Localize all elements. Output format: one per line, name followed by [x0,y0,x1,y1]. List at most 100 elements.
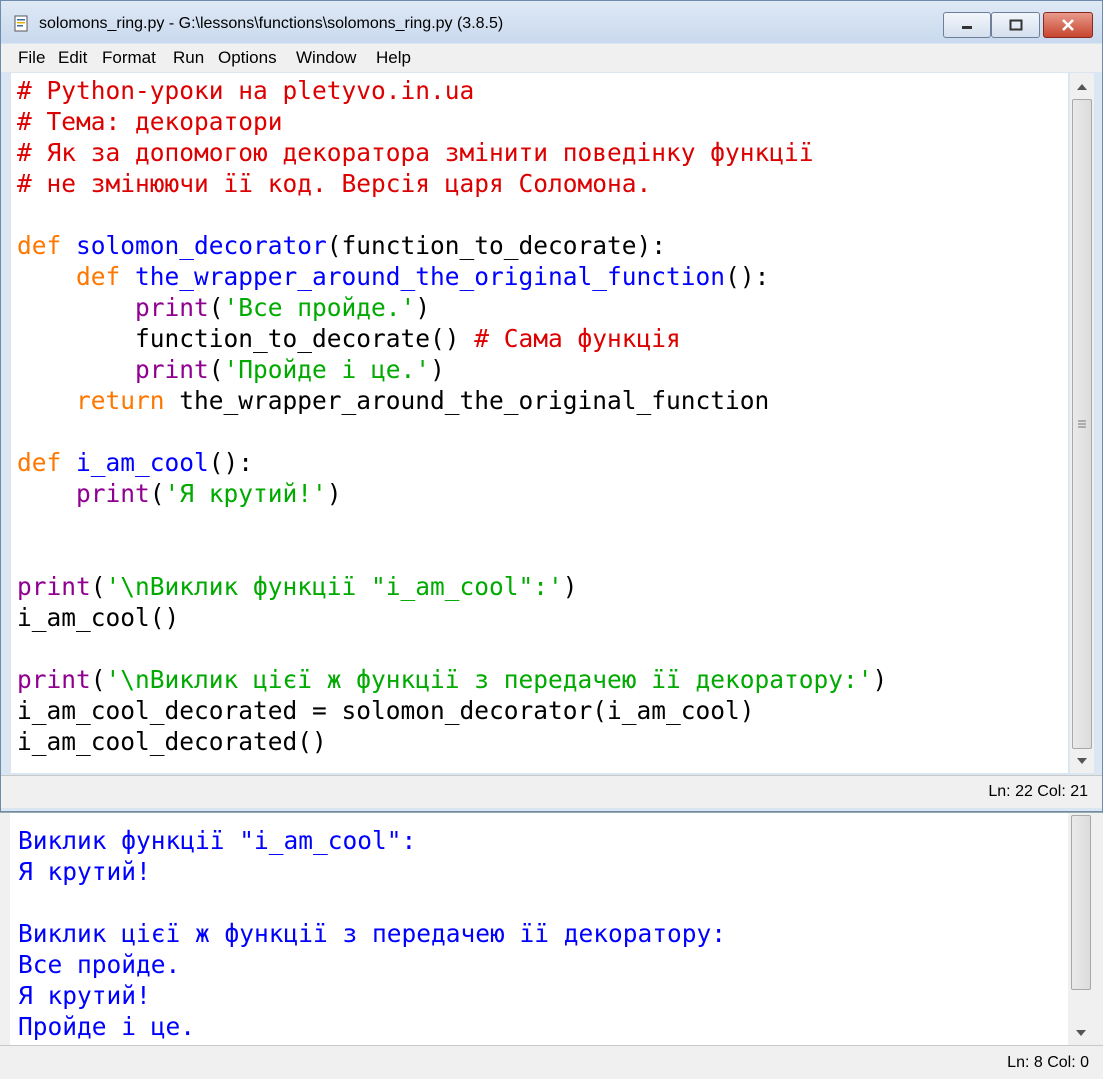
code-line[interactable]: # не змінюючи її код. Версія царя Соломо… [17,168,887,199]
code-line[interactable]: i_am_cool_decorated = solomon_decorator(… [17,695,887,726]
code-line[interactable] [17,416,887,447]
shell-scroll-down-arrow[interactable] [1069,1023,1093,1043]
code-line[interactable]: print('Я крутий!') [17,478,887,509]
code-line[interactable]: # Як за допомогою декоратора змінити пов… [17,137,887,168]
code-string: 'Все пройде.' [223,293,416,322]
shell-output-line: Я крутий! [18,857,151,886]
code-keyword: return [76,386,165,415]
menu-options[interactable]: Options [218,48,277,68]
scroll-down-arrow[interactable] [1070,751,1094,771]
code-text: function_to_decorate() [17,324,475,353]
menu-file[interactable]: File [18,48,45,68]
python-file-icon [14,15,28,32]
code-text: ) [562,572,578,601]
code-text: i_am_cool_decorated = solomon_decorator(… [17,696,755,725]
code-builtin: print [17,572,91,601]
shell-output-line [18,887,726,918]
title-bar[interactable]: solomons_ring.py - G:\lessons\functions\… [1,1,1102,43]
shell-scroll-thumb[interactable] [1071,815,1091,990]
editor-scrollbar[interactable] [1070,73,1094,773]
code-string: '\nВиклик цієї ж функції з передачею її … [105,665,873,694]
code-line[interactable] [17,199,887,230]
code-line[interactable]: # Python-уроки на pletyvo.in.ua [17,75,887,106]
code-line[interactable]: print('\nВиклик цієї ж функції з передач… [17,664,887,695]
code-text: ( [208,293,224,322]
code-line[interactable]: def the_wrapper_around_the_original_func… [17,261,887,292]
code-line[interactable]: def i_am_cool(): [17,447,887,478]
menu-edit[interactable]: Edit [58,48,87,68]
code-text: (function_to_decorate): [326,231,667,260]
grip-icon [1078,420,1086,428]
idle-editor-window: solomons_ring.py - G:\lessons\functions\… [0,0,1103,812]
shell-cursor-position: Ln: 8 Col: 0 [1007,1053,1089,1071]
shell-output-line: Все пройде. [18,950,181,979]
code-line[interactable]: print('Пройде і це.') [17,354,887,385]
menu-run[interactable]: Run [173,48,204,68]
code-text: the_wrapper_around_the_original_function [164,386,770,415]
code-editor[interactable]: # Python-уроки на pletyvo.in.ua # Тема: д… [11,73,1068,773]
menu-format[interactable]: Format [102,48,156,68]
triangle-up-icon [1077,84,1087,90]
code-comment: # Як за допомогою декоратора змінити пов… [17,138,814,167]
maximize-button[interactable] [991,12,1040,38]
editor-cursor-position: Ln: 22 Col: 21 [988,783,1088,800]
code-defname: solomon_decorator [76,231,327,260]
code-line[interactable]: def solomon_decorator(function_to_decora… [17,230,887,261]
code-builtin: print [135,293,209,322]
code-line[interactable]: print('\nВиклик функції "i_am_cool":') [17,571,887,602]
code-defname: the_wrapper_around_the_original_function [135,262,726,291]
code-line[interactable]: print('Все пройде.') [17,292,887,323]
code-keyword: def [76,262,121,291]
scroll-thumb[interactable] [1072,99,1092,749]
code-text: ( [90,665,106,694]
code-text: ( [149,479,165,508]
code-line[interactable] [17,633,887,664]
code-text: i_am_cool_decorated() [17,727,327,756]
close-icon [1062,19,1074,31]
scroll-up-arrow[interactable] [1070,77,1094,97]
code-keyword: def [17,231,62,260]
shell-output[interactable]: Виклик функції "i_am_cool": Я крутий! Викл… [10,813,1068,1045]
code-text: i_am_cool() [17,603,180,632]
menu-help[interactable]: Help [376,48,411,68]
shell-output-text: Виклик функції "i_am_cool": Я крутий! Викл… [18,825,726,1042]
shell-scrollbar[interactable] [1069,813,1093,1045]
code-string: 'Пройде і це.' [223,355,431,384]
close-button[interactable] [1043,12,1093,38]
code-text: ) [872,665,888,694]
code-text: (): [725,262,770,291]
code-comment: # Сама функція [474,324,681,353]
code-builtin: print [76,479,150,508]
code-line[interactable]: return the_wrapper_around_the_original_f… [17,385,887,416]
code-text: ) [326,479,342,508]
shell-output-line: Виклик цієї ж функції з передачею її дек… [18,919,727,948]
code-text: ) [430,355,445,384]
code-line[interactable]: # Тема: декоратори [17,106,887,137]
shell-output-line: Пройде і це. [18,1012,196,1041]
triangle-down-icon [1077,758,1087,764]
menu-window[interactable]: Window [296,48,356,68]
minimize-button[interactable] [943,12,991,38]
code-keyword: def [17,448,62,477]
code-builtin: print [17,665,91,694]
code-line[interactable]: function_to_decorate() # Сама функція [17,323,887,354]
code-defname: i_am_cool [76,448,209,477]
editor-status-bar: Ln: 22 Col: 21 [1,775,1102,808]
code-line[interactable]: i_am_cool() [17,602,887,633]
shell-output-line: Виклик функції "i_am_cool": [18,826,417,855]
code-line[interactable] [17,540,887,571]
code-string: '\nВиклик функції "i_am_cool":' [105,572,563,601]
code-text[interactable]: # Python-уроки на pletyvo.in.ua # Тема: д… [17,75,887,757]
shell-window: Виклик функції "i_am_cool": Я крутий! Викл… [0,812,1103,1079]
code-text: ( [90,572,106,601]
code-line[interactable]: i_am_cool_decorated() [17,726,887,757]
code-line[interactable] [17,509,887,540]
shell-output-line: Я крутий! [18,981,151,1010]
minimize-icon [962,26,972,29]
